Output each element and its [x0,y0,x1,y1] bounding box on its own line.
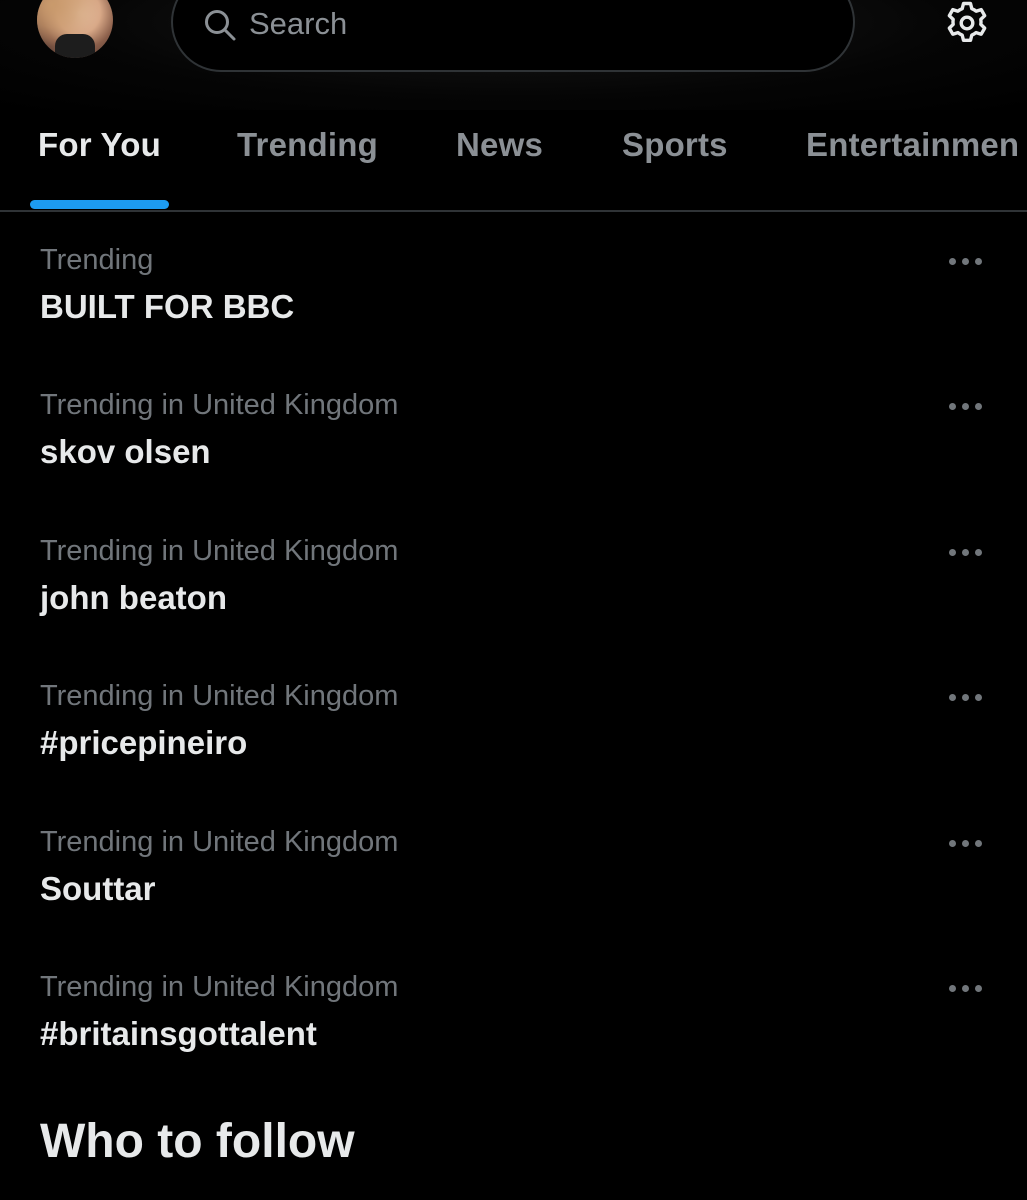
trend-item[interactable]: Trending in United Kingdom skov olsen [0,389,1027,535]
trend-context: Trending in United Kingdom [40,971,399,1003]
search-bar[interactable] [171,0,855,72]
tab-for-you[interactable]: For You [38,126,161,164]
active-tab-indicator [30,200,169,209]
trend-context: Trending in United Kingdom [40,389,399,421]
more-options-icon[interactable] [944,832,988,856]
trend-context: Trending in United Kingdom [40,680,399,712]
who-to-follow-heading: Who to follow [40,1115,355,1168]
trend-item[interactable]: Trending in United Kingdom Souttar [0,826,1027,972]
more-options-icon[interactable] [944,977,988,1001]
trend-context: Trending [40,244,154,276]
trend-title[interactable]: skov olsen [40,433,211,471]
explore-tabs: For You Trending News Sports Entertainme… [0,112,1027,210]
trend-item[interactable]: Trending BUILT FOR BBC [0,244,1027,390]
search-icon [205,10,236,41]
trend-title[interactable]: Souttar [40,870,156,908]
trend-context: Trending in United Kingdom [40,826,399,858]
more-options-icon[interactable] [944,250,988,274]
trend-title[interactable]: #britainsgottalent [40,1015,317,1053]
gear-icon[interactable] [944,0,990,46]
trend-context: Trending in United Kingdom [40,535,399,567]
more-options-icon[interactable] [944,686,988,710]
search-input[interactable] [249,2,809,46]
trend-item[interactable]: Trending in United Kingdom john beaton [0,535,1027,681]
user-avatar[interactable] [37,0,113,58]
trend-title[interactable]: BUILT FOR BBC [40,288,294,326]
trend-title[interactable]: #pricepineiro [40,724,247,762]
tab-entertainment[interactable]: Entertainmen [806,126,1019,164]
tabs-divider [0,210,1027,212]
more-options-icon[interactable] [944,395,988,419]
tab-news[interactable]: News [456,126,543,164]
tab-trending[interactable]: Trending [237,126,378,164]
trend-item[interactable]: Trending in United Kingdom #pricepineiro [0,680,1027,826]
top-bar [0,0,1027,110]
avatar-clothing [55,34,95,58]
trend-title[interactable]: john beaton [40,579,227,617]
more-options-icon[interactable] [944,541,988,565]
tab-sports[interactable]: Sports [622,126,728,164]
trend-item[interactable]: Trending in United Kingdom #britainsgott… [0,971,1027,1117]
